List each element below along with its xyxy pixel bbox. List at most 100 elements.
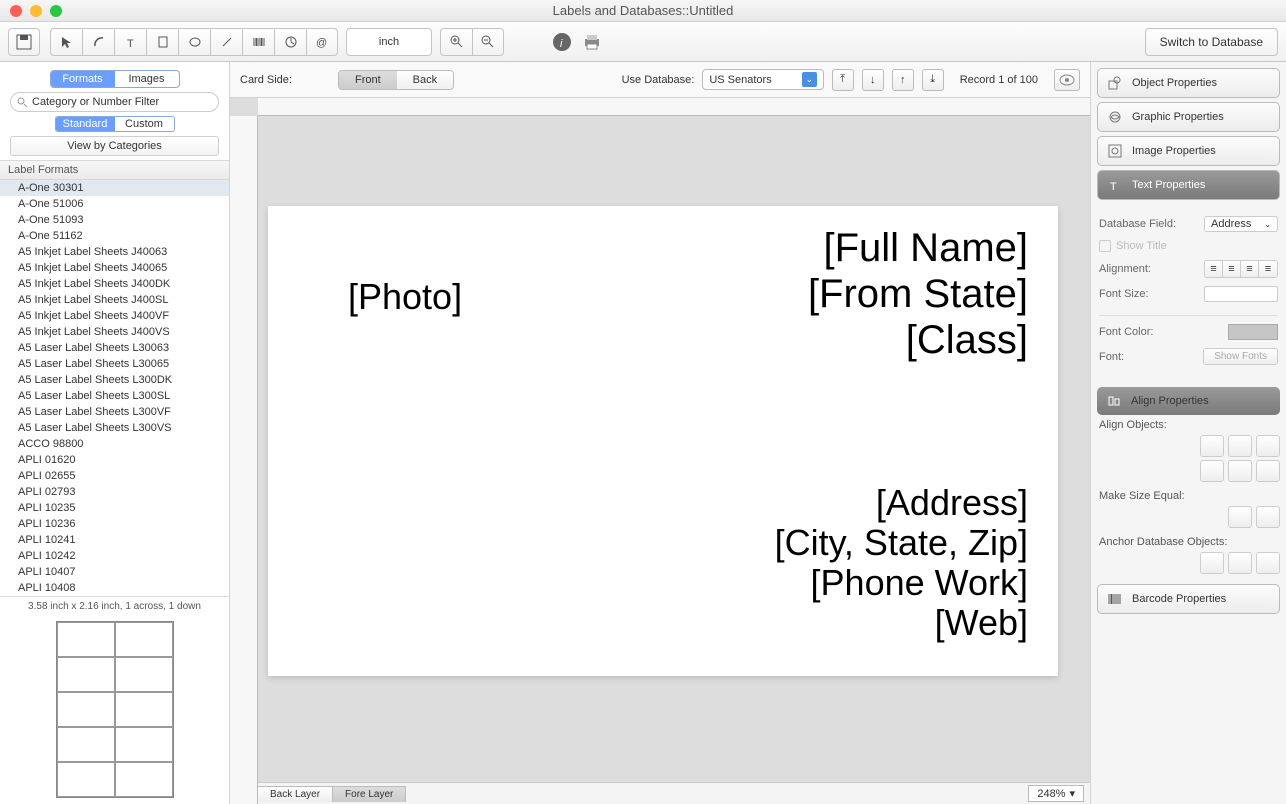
- align-center-button[interactable]: [1228, 435, 1252, 457]
- preview-button[interactable]: [1054, 69, 1080, 91]
- tab-fore-layer[interactable]: Fore Layer: [332, 786, 406, 802]
- tab-custom[interactable]: Custom: [115, 117, 174, 131]
- label-list[interactable]: A-One 30301 A-One 51006 A-One 51093 A-On…: [0, 180, 229, 596]
- image-properties-button[interactable]: Image Properties: [1097, 136, 1280, 166]
- last-record-button[interactable]: ⤓: [922, 69, 944, 91]
- show-title-checkbox[interactable]: [1099, 240, 1111, 252]
- list-item[interactable]: APLI 10241: [0, 532, 229, 548]
- list-item[interactable]: APLI 02655: [0, 468, 229, 484]
- switch-database-button[interactable]: Switch to Database: [1145, 28, 1278, 56]
- tab-standard[interactable]: Standard: [56, 117, 115, 131]
- equal-height-button[interactable]: [1256, 506, 1280, 528]
- barcode-tool[interactable]: [242, 28, 274, 56]
- line-tool[interactable]: [210, 28, 242, 56]
- tab-formats[interactable]: Formats: [51, 71, 115, 87]
- font-color-label: Font Color:: [1099, 326, 1153, 338]
- list-item[interactable]: ACCO 98800: [0, 436, 229, 452]
- show-fonts-button[interactable]: Show Fonts: [1203, 348, 1278, 365]
- view-categories-button[interactable]: View by Categories: [10, 136, 219, 156]
- list-item[interactable]: A5 Laser Label Sheets L30063: [0, 340, 229, 356]
- ellipse-tool[interactable]: [178, 28, 210, 56]
- field-class[interactable]: [Class]: [906, 318, 1028, 363]
- list-item[interactable]: APLI 10235: [0, 500, 229, 516]
- unit-field[interactable]: inch: [346, 28, 432, 56]
- list-item[interactable]: A5 Inkjet Label Sheets J400VS: [0, 324, 229, 340]
- first-record-button[interactable]: ⤒: [832, 69, 854, 91]
- equal-width-button[interactable]: [1228, 506, 1252, 528]
- list-item[interactable]: A5 Inkjet Label Sheets J400SL: [0, 292, 229, 308]
- at-tool[interactable]: @: [306, 28, 338, 56]
- close-window[interactable]: [10, 5, 22, 17]
- list-item[interactable]: A-One 51093: [0, 212, 229, 228]
- rect-tool[interactable]: [146, 28, 178, 56]
- print-button[interactable]: [578, 28, 606, 56]
- database-field-select[interactable]: Address⌄: [1204, 216, 1278, 232]
- search-input[interactable]: Category or Number Filter: [10, 92, 219, 112]
- zoom-select[interactable]: 248%▾: [1028, 785, 1084, 802]
- pointer-tool[interactable]: [50, 28, 82, 56]
- barcode-properties-button[interactable]: Barcode Properties: [1097, 584, 1280, 614]
- zoom-window[interactable]: [50, 5, 62, 17]
- align-right-button[interactable]: [1256, 435, 1280, 457]
- list-item[interactable]: APLI 10242: [0, 548, 229, 564]
- list-item[interactable]: APLI 01620: [0, 452, 229, 468]
- anchor-2-button[interactable]: [1228, 552, 1252, 574]
- align-left-button[interactable]: [1200, 435, 1224, 457]
- field-web[interactable]: [Web]: [935, 602, 1028, 644]
- align-bottom-button[interactable]: [1256, 460, 1280, 482]
- list-item[interactable]: A-One 30301: [0, 180, 229, 196]
- list-item[interactable]: A5 Laser Label Sheets L30065: [0, 356, 229, 372]
- tab-back-layer[interactable]: Back Layer: [257, 786, 333, 802]
- list-item[interactable]: APLI 10408: [0, 580, 229, 596]
- std-custom-tabs[interactable]: Standard Custom: [55, 116, 175, 132]
- anchor-3-button[interactable]: [1256, 552, 1280, 574]
- anchor-1-button[interactable]: [1200, 552, 1224, 574]
- field-address[interactable]: [Address]: [876, 482, 1028, 524]
- font-color-swatch[interactable]: [1228, 324, 1278, 340]
- canvas[interactable]: [Photo] [Full Name] [From State] [Class]…: [258, 116, 1090, 782]
- next-record-button[interactable]: ↑: [892, 69, 914, 91]
- arc-tool[interactable]: [82, 28, 114, 56]
- list-item[interactable]: APLI 02793: [0, 484, 229, 500]
- list-item[interactable]: A-One 51006: [0, 196, 229, 212]
- database-select[interactable]: US Senators ⌄: [702, 69, 823, 90]
- tab-images[interactable]: Images: [115, 71, 179, 87]
- list-item[interactable]: A5 Laser Label Sheets L300VF: [0, 404, 229, 420]
- font-size-input[interactable]: [1204, 286, 1278, 302]
- graphic-properties-button[interactable]: Graphic Properties: [1097, 102, 1280, 132]
- tab-front[interactable]: Front: [339, 71, 397, 89]
- field-fullname[interactable]: [Full Name]: [824, 226, 1029, 271]
- save-button[interactable]: [8, 28, 40, 56]
- field-citystatezip[interactable]: [City, State, Zip]: [775, 522, 1028, 564]
- align-properties-header[interactable]: Align Properties: [1097, 387, 1280, 415]
- list-item[interactable]: A5 Inkjet Label Sheets J400VF: [0, 308, 229, 324]
- list-item[interactable]: A5 Inkjet Label Sheets J40063: [0, 244, 229, 260]
- alignment-buttons[interactable]: ≡≡≡≡: [1204, 260, 1278, 278]
- list-item[interactable]: APLI 10236: [0, 516, 229, 532]
- text-tool[interactable]: T: [114, 28, 146, 56]
- list-item[interactable]: A5 Laser Label Sheets L300DK: [0, 372, 229, 388]
- text-properties-button[interactable]: T Text Properties: [1097, 170, 1280, 200]
- field-phone[interactable]: [Phone Work]: [811, 562, 1028, 604]
- card-side-tabs[interactable]: Front Back: [338, 70, 454, 90]
- list-item[interactable]: A5 Inkjet Label Sheets J400DK: [0, 276, 229, 292]
- align-middle-button[interactable]: [1228, 460, 1252, 482]
- prev-record-button[interactable]: ↓: [862, 69, 884, 91]
- object-properties-button[interactable]: Object Properties: [1097, 68, 1280, 98]
- zoom-in-button[interactable]: [440, 28, 472, 56]
- field-fromstate[interactable]: [From State]: [808, 272, 1028, 317]
- info-button[interactable]: i: [548, 28, 576, 56]
- format-image-tabs[interactable]: Formats Images: [50, 70, 180, 88]
- list-item[interactable]: A-One 51162: [0, 228, 229, 244]
- counter-tool[interactable]: [274, 28, 306, 56]
- zoom-out-button[interactable]: [472, 28, 504, 56]
- label-card[interactable]: [Photo] [Full Name] [From State] [Class]…: [268, 206, 1058, 676]
- tab-back[interactable]: Back: [397, 71, 453, 89]
- minimize-window[interactable]: [30, 5, 42, 17]
- field-photo[interactable]: [Photo]: [348, 276, 462, 318]
- list-item[interactable]: A5 Laser Label Sheets L300SL: [0, 388, 229, 404]
- align-top-button[interactable]: [1200, 460, 1224, 482]
- list-item[interactable]: A5 Laser Label Sheets L300VS: [0, 420, 229, 436]
- list-item[interactable]: A5 Inkjet Label Sheets J40065: [0, 260, 229, 276]
- list-item[interactable]: APLI 10407: [0, 564, 229, 580]
